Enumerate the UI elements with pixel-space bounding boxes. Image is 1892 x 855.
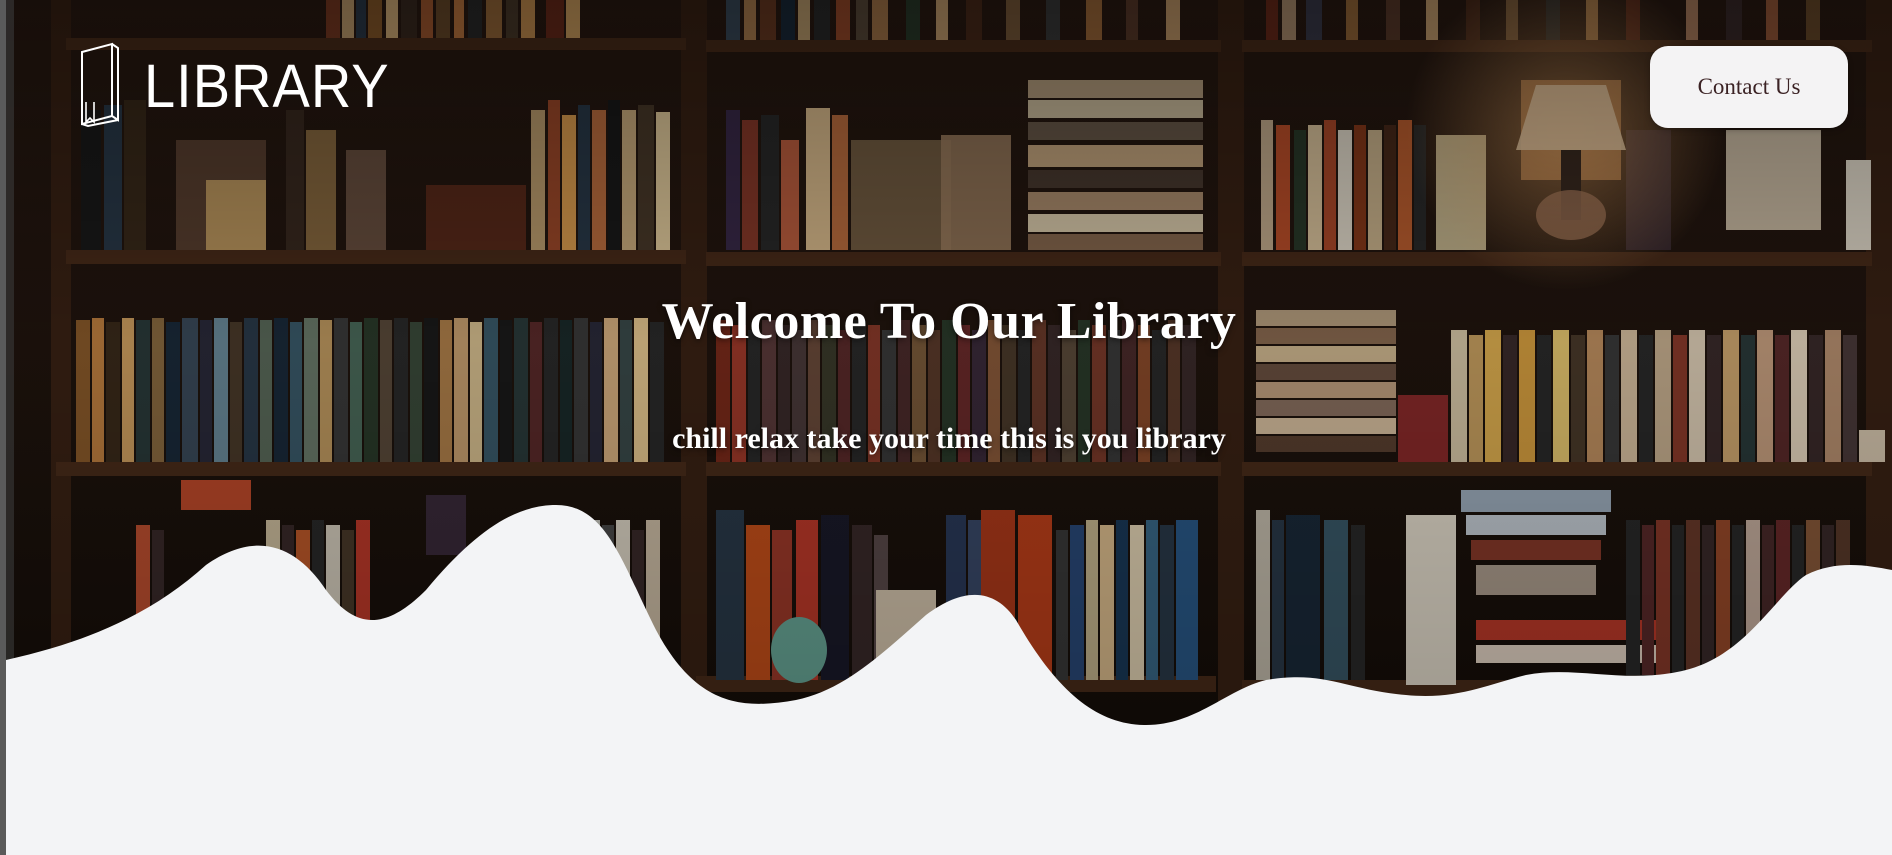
landing-page: LIBRARY Contact Us Welcome To Our Librar… bbox=[6, 0, 1892, 855]
contact-us-button[interactable]: Contact Us bbox=[1650, 46, 1848, 128]
logo-text: LIBRARY bbox=[144, 50, 390, 120]
site-logo[interactable]: LIBRARY bbox=[76, 40, 390, 130]
book-logo-icon bbox=[81, 42, 119, 128]
hero-title: Welcome To Our Library bbox=[661, 293, 1237, 350]
hero-subtitle: chill relax take your time this is you l… bbox=[672, 422, 1226, 455]
